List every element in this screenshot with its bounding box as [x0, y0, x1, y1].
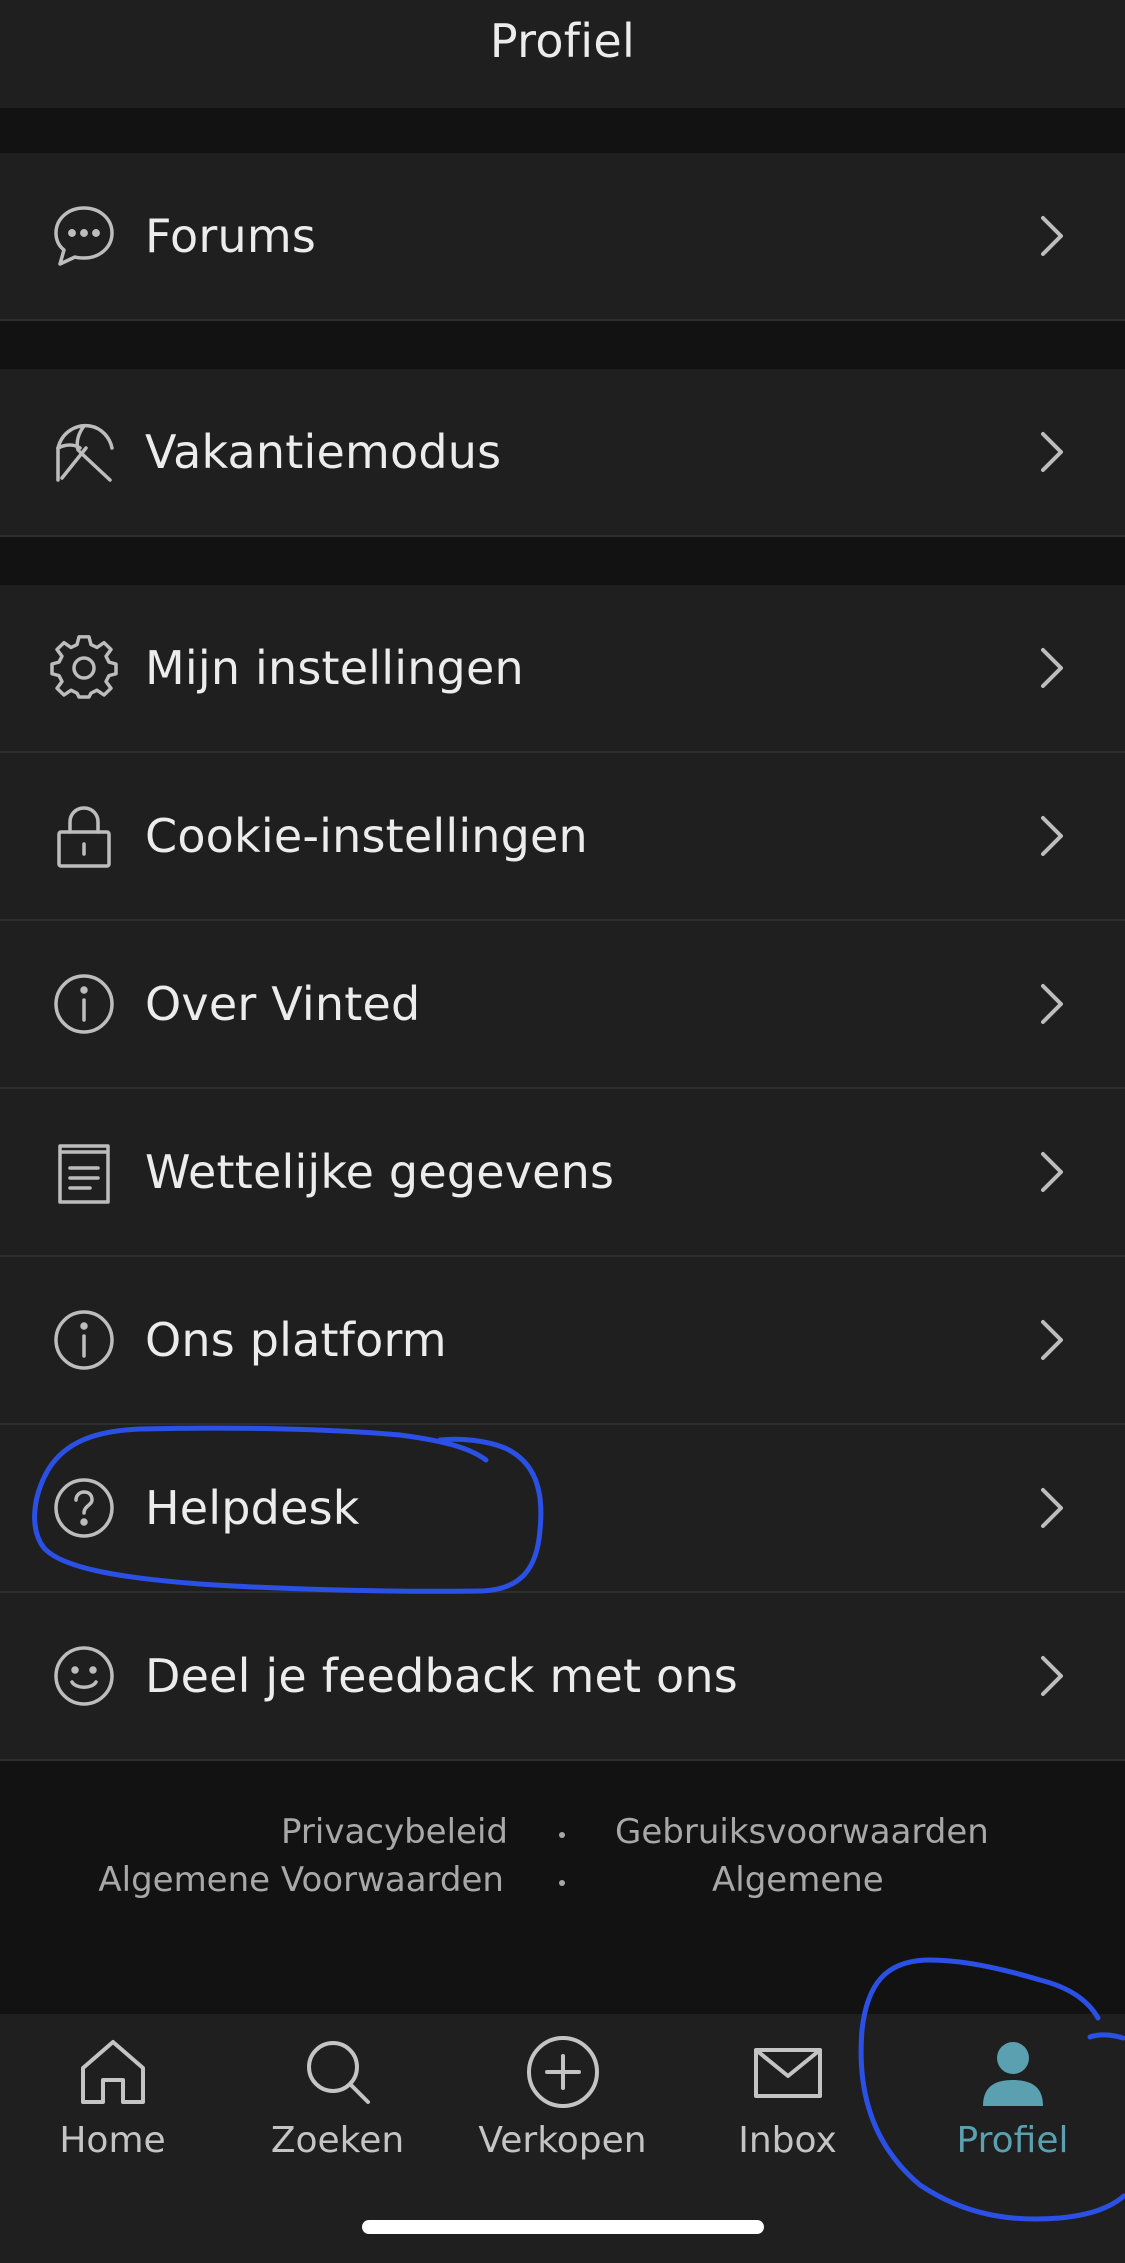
- document-icon: [50, 1138, 118, 1206]
- tab-label: Profiel: [956, 2120, 1069, 2161]
- header: Profiel: [0, 0, 1125, 108]
- menu-item-label: Over Vinted: [145, 977, 421, 1031]
- chevron-right-icon: [1037, 1486, 1067, 1530]
- tab-search[interactable]: Zoeken: [225, 2014, 450, 2214]
- info-icon: [50, 970, 118, 1038]
- plus-circle-icon: [525, 2034, 601, 2110]
- tab-home[interactable]: Home: [0, 2014, 225, 2214]
- chevron-right-icon: [1037, 646, 1067, 690]
- menu-item-label: Cookie-instellingen: [145, 809, 588, 863]
- info-icon: [50, 1306, 118, 1374]
- menu-item-forums[interactable]: Forums: [0, 153, 1125, 321]
- tab-sell[interactable]: Verkopen: [450, 2014, 675, 2214]
- user-icon: [975, 2034, 1051, 2110]
- chevron-right-icon: [1037, 1318, 1067, 1362]
- umbrella-off-icon: [50, 418, 118, 486]
- tab-label: Zoeken: [270, 2120, 405, 2161]
- chevron-right-icon: [1037, 982, 1067, 1026]
- lock-icon: [50, 802, 118, 870]
- chevron-right-icon: [1037, 814, 1067, 858]
- home-indicator: [362, 2220, 764, 2234]
- tab-label: Inbox: [738, 2120, 837, 2161]
- tab-profile[interactable]: Profiel: [900, 2014, 1125, 2214]
- menu-item-feedback[interactable]: Deel je feedback met ons: [0, 1593, 1125, 1761]
- chat-bubble-icon: [50, 202, 118, 270]
- menu-item-label: Deel je feedback met ons: [145, 1649, 738, 1703]
- menu-item-label: Mijn instellingen: [145, 641, 524, 695]
- general-terms-link[interactable]: Algemene Voorwaarden: [98, 1860, 504, 1900]
- menu-item-label: Ons platform: [145, 1313, 447, 1367]
- menu-item-label: Wettelijke gegevens: [145, 1145, 615, 1199]
- menu-group-main: Mijn instellingen Cookie-instellingen Ov…: [0, 585, 1125, 1761]
- separator-dot: [559, 1832, 565, 1838]
- terms-of-use-link[interactable]: Gebruiksvoorwaarden: [615, 1812, 989, 1852]
- separator-dot: [559, 1880, 565, 1886]
- chevron-right-icon: [1037, 214, 1067, 258]
- menu-item-label: Helpdesk: [145, 1481, 360, 1535]
- footer-links: Privacybeleid Gebruiksvoorwaarden Algeme…: [0, 1800, 1125, 1910]
- search-icon: [300, 2034, 376, 2110]
- gear-icon: [50, 634, 118, 702]
- general-link[interactable]: Algemene: [712, 1860, 884, 1900]
- menu-item-helpdesk[interactable]: Helpdesk: [0, 1425, 1125, 1593]
- tab-inbox[interactable]: Inbox: [675, 2014, 900, 2214]
- menu-group-forums: Forums: [0, 153, 1125, 321]
- question-icon: [50, 1474, 118, 1542]
- menu-item-about-vinted[interactable]: Over Vinted: [0, 921, 1125, 1089]
- profile-screen: Profiel Forums Vakantiemodus Mijn instel…: [0, 0, 1125, 2263]
- chevron-right-icon: [1037, 1150, 1067, 1194]
- privacy-policy-link[interactable]: Privacybeleid: [281, 1812, 508, 1852]
- menu-item-label: Vakantiemodus: [145, 425, 502, 479]
- chevron-right-icon: [1037, 1654, 1067, 1698]
- menu-item-my-settings[interactable]: Mijn instellingen: [0, 585, 1125, 753]
- menu-item-vacation-mode[interactable]: Vakantiemodus: [0, 369, 1125, 537]
- menu-item-legal-information[interactable]: Wettelijke gegevens: [0, 1089, 1125, 1257]
- envelope-icon: [750, 2034, 826, 2110]
- tab-label: Verkopen: [478, 2120, 647, 2161]
- smiley-icon: [50, 1642, 118, 1710]
- menu-item-cookie-settings[interactable]: Cookie-instellingen: [0, 753, 1125, 921]
- page-title: Profiel: [489, 14, 636, 68]
- tab-label: Home: [59, 2120, 166, 2161]
- chevron-right-icon: [1037, 430, 1067, 474]
- menu-item-label: Forums: [145, 209, 317, 263]
- home-icon: [75, 2034, 151, 2110]
- menu-group-vacation: Vakantiemodus: [0, 369, 1125, 537]
- menu-item-our-platform[interactable]: Ons platform: [0, 1257, 1125, 1425]
